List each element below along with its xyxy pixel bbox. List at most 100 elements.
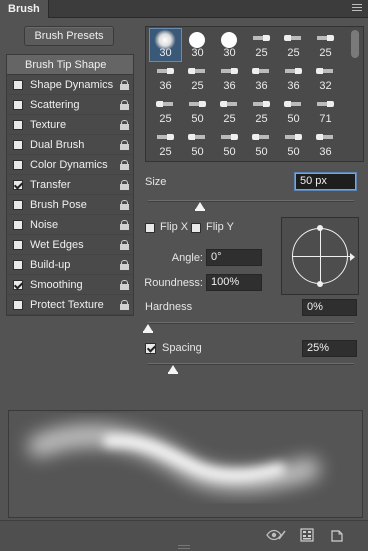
brush-tip-thumbnail-icon <box>220 67 238 75</box>
brush-tip-cell[interactable]: 25 <box>150 95 181 127</box>
option-brush-pose[interactable]: Brush Pose <box>7 195 133 215</box>
brush-tip-cell[interactable]: 30 <box>214 29 245 61</box>
brush-tip-size: 30 <box>191 47 204 59</box>
brush-tip-cell[interactable]: 50 <box>278 128 309 160</box>
tab-brush[interactable]: Brush <box>0 0 49 18</box>
lock-icon[interactable] <box>120 120 129 130</box>
lock-icon[interactable] <box>120 100 129 110</box>
option-checkbox[interactable] <box>13 300 23 310</box>
spacing-input[interactable]: 25% <box>302 340 357 357</box>
hardness-slider-track[interactable] <box>148 322 354 324</box>
angle-axis <box>292 256 350 257</box>
hardness-input[interactable]: 0% <box>302 299 357 316</box>
brush-tip-cell[interactable]: 30 <box>182 29 213 61</box>
panel-menu-icon[interactable] <box>352 4 362 13</box>
lock-icon[interactable] <box>120 80 129 90</box>
brush-tip-grid[interactable]: 30 30 30 25 25 25 36 25 36 36 36 32 25 50 25 25 50 71 25 50… <box>145 26 364 162</box>
lock-icon[interactable] <box>120 180 129 190</box>
brush-tip-cell[interactable]: 50 <box>278 95 309 127</box>
brush-tip-cell[interactable]: 36 <box>310 128 341 160</box>
brush-tip-size: 25 <box>223 113 236 125</box>
brush-tip-thumbnail-icon <box>284 133 302 141</box>
option-noise[interactable]: Noise <box>7 215 133 235</box>
option-checkbox[interactable] <box>13 280 23 290</box>
option-brush-tip-shape[interactable]: Brush Tip Shape <box>7 55 133 75</box>
brush-tip-thumbnail-icon <box>220 133 238 141</box>
option-build-up[interactable]: Build-up <box>7 255 133 275</box>
flip-y-box[interactable] <box>191 223 201 233</box>
tip-grid-scrollbar[interactable] <box>351 30 359 58</box>
brush-tip-size: 50 <box>191 146 204 158</box>
brush-tip-size: 25 <box>255 47 268 59</box>
angle-input[interactable]: 0° <box>206 249 262 266</box>
brush-tip-cell[interactable]: 25 <box>214 95 245 127</box>
brush-tip-cell[interactable]: 50 <box>182 95 213 127</box>
option-checkbox[interactable] <box>13 180 23 190</box>
roundness-handle-bottom[interactable] <box>317 281 323 287</box>
brush-tip-cell[interactable]: 25 <box>278 29 309 61</box>
spacing-slider-thumb[interactable] <box>167 365 179 374</box>
option-scattering[interactable]: Scattering <box>7 95 133 115</box>
brush-tip-size: 50 <box>255 146 268 158</box>
resize-grip[interactable] <box>178 545 190 549</box>
option-checkbox[interactable] <box>13 200 23 210</box>
brush-tip-size: 50 <box>287 146 300 158</box>
angle-arrow-icon[interactable] <box>350 253 355 261</box>
brush-tip-cell[interactable]: 50 <box>246 128 277 160</box>
option-texture[interactable]: Texture <box>7 115 133 135</box>
brush-tip-size: 36 <box>159 80 172 92</box>
option-shape-dynamics[interactable]: Shape Dynamics <box>7 75 133 95</box>
brush-tip-cell[interactable]: 36 <box>214 62 245 94</box>
brush-tip-thumbnail-icon <box>316 100 334 108</box>
brush-tip-cell[interactable]: 25 <box>246 29 277 61</box>
new-preset-icon[interactable] <box>330 528 344 542</box>
lock-icon[interactable] <box>120 200 129 210</box>
spacing-slider-track[interactable] <box>148 363 354 365</box>
brush-tip-cell[interactable]: 25 <box>150 128 181 160</box>
size-slider-thumb[interactable] <box>194 202 206 211</box>
size-slider-track[interactable] <box>148 200 354 202</box>
brush-tip-cell[interactable]: 25 <box>310 29 341 61</box>
lock-icon[interactable] <box>120 140 129 150</box>
size-input[interactable]: 50 px <box>295 173 356 190</box>
option-checkbox[interactable] <box>13 160 23 170</box>
option-wet-edges[interactable]: Wet Edges <box>7 235 133 255</box>
brush-tip-cell[interactable]: 36 <box>246 62 277 94</box>
option-transfer[interactable]: Transfer <box>7 175 133 195</box>
lock-icon[interactable] <box>120 240 129 250</box>
lock-icon[interactable] <box>120 280 129 290</box>
lock-icon[interactable] <box>120 260 129 270</box>
brush-tip-cell[interactable]: 71 <box>310 95 341 127</box>
angle-roundness-widget[interactable] <box>281 217 359 295</box>
lock-icon[interactable] <box>120 220 129 230</box>
brush-tip-cell[interactable]: 36 <box>278 62 309 94</box>
option-checkbox[interactable] <box>13 100 23 110</box>
option-checkbox[interactable] <box>13 140 23 150</box>
hardness-slider-thumb[interactable] <box>143 324 154 333</box>
grid-icon[interactable] <box>300 528 314 542</box>
spacing-checkbox[interactable] <box>145 343 156 354</box>
option-checkbox[interactable] <box>13 120 23 130</box>
eye-toggle-icon[interactable] <box>266 528 286 542</box>
brush-tip-cell[interactable]: 50 <box>182 128 213 160</box>
brush-tip-cell[interactable]: 25 <box>246 95 277 127</box>
brush-tip-cell[interactable]: 36 <box>150 62 181 94</box>
option-checkbox[interactable] <box>13 80 23 90</box>
lock-icon[interactable] <box>120 160 129 170</box>
brush-tip-cell[interactable]: 50 <box>214 128 245 160</box>
flip-x-box[interactable] <box>145 223 155 233</box>
roundness-handle-top[interactable] <box>317 225 323 231</box>
option-smoothing[interactable]: Smoothing <box>7 275 133 295</box>
option-checkbox[interactable] <box>13 240 23 250</box>
brush-tip-cell[interactable]: 30 <box>149 28 182 62</box>
brush-tip-cell[interactable]: 32 <box>310 62 341 94</box>
option-checkbox[interactable] <box>13 220 23 230</box>
option-color-dynamics[interactable]: Color Dynamics <box>7 155 133 175</box>
lock-icon[interactable] <box>120 300 129 310</box>
option-dual-brush[interactable]: Dual Brush <box>7 135 133 155</box>
brush-tip-cell[interactable]: 25 <box>182 62 213 94</box>
option-protect-texture[interactable]: Protect Texture <box>7 295 133 315</box>
brush-presets-button[interactable]: Brush Presets <box>24 26 114 46</box>
option-checkbox[interactable] <box>13 260 23 270</box>
roundness-input[interactable]: 100% <box>206 274 262 291</box>
